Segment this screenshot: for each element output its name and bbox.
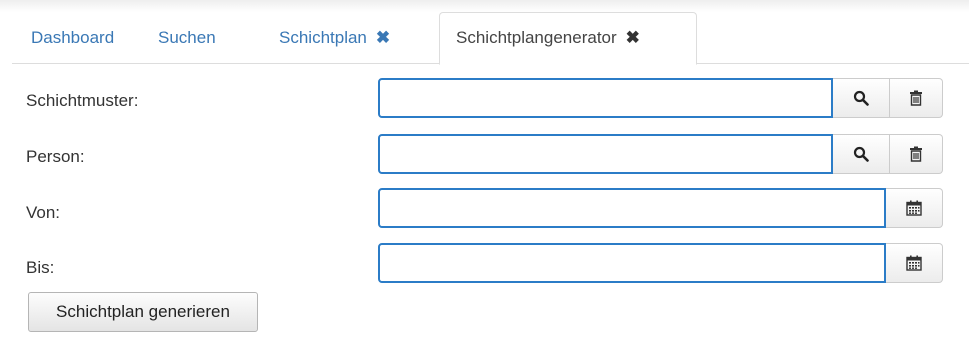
person-search-button[interactable] bbox=[833, 134, 890, 174]
tab-schichtplangenerator-label[interactable]: Schichtplangenerator bbox=[456, 28, 617, 47]
schichtmuster-clear-button[interactable] bbox=[890, 78, 943, 118]
schichtmuster-input[interactable] bbox=[378, 78, 833, 118]
von-date-input[interactable] bbox=[378, 188, 886, 228]
search-icon bbox=[853, 146, 869, 162]
trash-icon bbox=[910, 90, 922, 106]
calendar-icon bbox=[906, 255, 922, 271]
tab-schichtplan[interactable]: Schichtplan ✖ bbox=[279, 12, 390, 64]
close-icon[interactable]: ✖ bbox=[376, 12, 390, 64]
tab-bar: Dashboard Suchen Schichtplan ✖ Schichtpla… bbox=[12, 12, 969, 65]
generate-schichtplan-button[interactable]: Schichtplan generieren bbox=[28, 292, 258, 332]
tab-dashboard[interactable]: Dashboard bbox=[31, 12, 114, 64]
schichtmuster-search-button[interactable] bbox=[833, 78, 890, 118]
close-icon[interactable]: ✖ bbox=[626, 13, 640, 63]
von-calendar-button[interactable] bbox=[886, 188, 943, 228]
person-clear-button[interactable] bbox=[890, 134, 943, 174]
bis-date-input[interactable] bbox=[378, 243, 886, 283]
von-label: Von: bbox=[26, 203, 61, 222]
trash-icon bbox=[910, 146, 922, 162]
tab-suchen[interactable]: Suchen bbox=[158, 12, 216, 64]
calendar-icon bbox=[906, 200, 922, 216]
person-input[interactable] bbox=[378, 134, 833, 174]
person-label: Person: bbox=[26, 147, 85, 166]
bis-label: Bis: bbox=[26, 258, 55, 277]
tab-schichtplan-label[interactable]: Schichtplan bbox=[279, 28, 367, 47]
tab-schichtplangenerator[interactable]: Schichtplangenerator ✖ bbox=[439, 12, 697, 65]
search-icon bbox=[853, 90, 869, 106]
schichtmuster-label: Schichtmuster: bbox=[26, 91, 139, 110]
top-shade bbox=[0, 0, 969, 12]
bis-calendar-button[interactable] bbox=[886, 243, 943, 283]
